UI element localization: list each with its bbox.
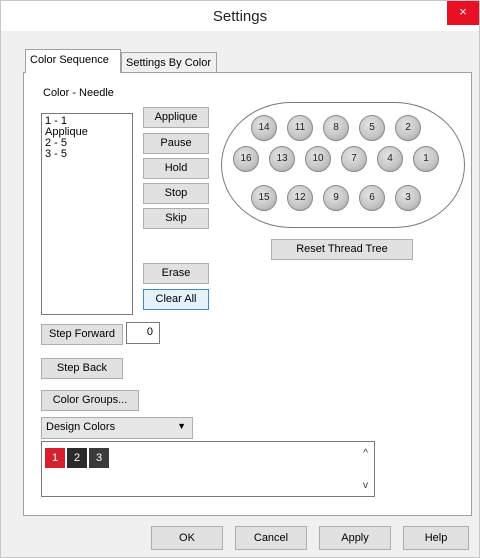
step-back-button[interactable]: Step Back	[41, 358, 123, 379]
thread-spool[interactable]: 9	[323, 185, 349, 211]
apply-button[interactable]: Apply	[319, 526, 391, 550]
step-forward-button[interactable]: Step Forward	[41, 324, 123, 345]
clear-all-button[interactable]: Clear All	[143, 289, 209, 310]
design-colors-selected: Design Colors	[46, 421, 116, 433]
thread-spool[interactable]: 8	[323, 115, 349, 141]
cancel-button[interactable]: Cancel	[235, 526, 307, 550]
reset-thread-tree-button[interactable]: Reset Thread Tree	[271, 239, 413, 260]
design-colors-select[interactable]: Design Colors ▼	[41, 417, 193, 439]
tab-color-sequence[interactable]: Color Sequence	[25, 49, 121, 73]
thread-spool[interactable]: 2	[395, 115, 421, 141]
hold-button[interactable]: Hold	[143, 158, 209, 179]
thread-spool[interactable]: 4	[377, 146, 403, 172]
ok-button[interactable]: OK	[151, 526, 223, 550]
thread-spool[interactable]: 13	[269, 146, 295, 172]
thread-spool[interactable]: 1	[413, 146, 439, 172]
color-groups-button[interactable]: Color Groups...	[41, 390, 139, 411]
color-needle-list[interactable]: 1 - 1 Applique 2 - 5 3 - 5	[41, 113, 133, 315]
thread-spool[interactable]: 15	[251, 185, 277, 211]
erase-button[interactable]: Erase	[143, 263, 209, 284]
thread-spool[interactable]: 10	[305, 146, 331, 172]
thread-spool[interactable]: 3	[395, 185, 421, 211]
applique-button[interactable]: Applique	[143, 107, 209, 128]
close-icon[interactable]: ×	[447, 1, 479, 25]
thread-spool[interactable]: 7	[341, 146, 367, 172]
title-bar: Settings ×	[1, 1, 479, 31]
thread-spool[interactable]: 16	[233, 146, 259, 172]
thread-spool[interactable]: 6	[359, 185, 385, 211]
color-swatch[interactable]: 1	[45, 448, 65, 468]
color-needle-label: Color - Needle	[43, 87, 114, 99]
thread-spool[interactable]: 5	[359, 115, 385, 141]
color-swatch[interactable]: 2	[67, 448, 87, 468]
tab-settings-by-color[interactable]: Settings By Color	[121, 52, 217, 74]
scroll-down-icon[interactable]: v	[363, 480, 368, 491]
thread-spool[interactable]: 12	[287, 185, 313, 211]
thread-spool[interactable]: 14	[251, 115, 277, 141]
color-swatch[interactable]: 3	[89, 448, 109, 468]
skip-button[interactable]: Skip	[143, 208, 209, 229]
thread-spool[interactable]: 11	[287, 115, 313, 141]
pause-button[interactable]: Pause	[143, 133, 209, 154]
settings-dialog: Settings × Color Sequence Settings By Co…	[0, 0, 480, 558]
chevron-down-icon: ▼	[177, 421, 186, 431]
step-forward-input[interactable]: 0	[126, 322, 160, 344]
list-item[interactable]: 3 - 5	[45, 149, 129, 160]
design-colors-list[interactable]: 1 2 3 ^ v	[41, 441, 375, 497]
help-button[interactable]: Help	[403, 526, 469, 550]
stop-button[interactable]: Stop	[143, 183, 209, 204]
window-title: Settings	[212, 8, 268, 25]
scroll-up-icon[interactable]: ^	[363, 448, 368, 459]
